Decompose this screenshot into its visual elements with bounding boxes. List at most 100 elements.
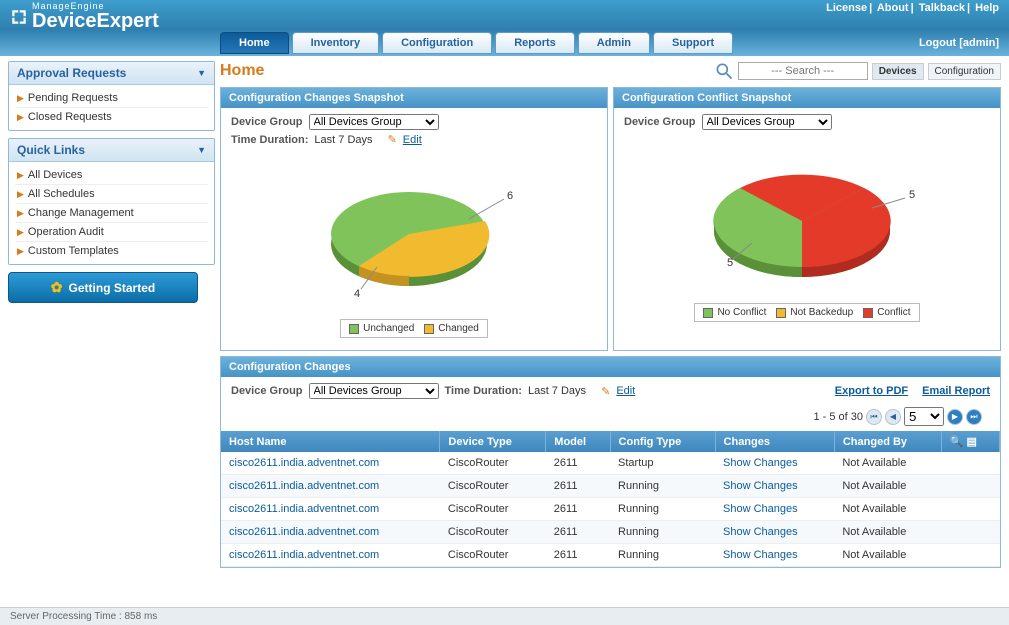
edit-link[interactable]: Edit (403, 134, 422, 146)
tab-admin[interactable]: Admin (578, 32, 650, 54)
search-filter-config[interactable]: Configuration (928, 63, 1001, 80)
legend-conflict: No Conflict Not Backedup Conflict (694, 303, 919, 322)
cell-by: Not Available (834, 521, 999, 544)
chart-label-5a: 5 (727, 257, 733, 269)
device-group-select[interactable]: All Devices Group (309, 383, 439, 399)
export-pdf-link[interactable]: Export to PDF (835, 385, 908, 397)
sidebar-item-templates[interactable]: ▶Custom Templates (15, 242, 208, 260)
legend-changes: Unchanged Changed (340, 319, 488, 338)
link-license[interactable]: License (826, 2, 867, 14)
cell-type: CiscoRouter (440, 521, 546, 544)
table-row: cisco2611.india.adventnet.comCiscoRouter… (221, 498, 1000, 521)
page-title: Home (220, 62, 708, 80)
header-top: ManageEngine DeviceExpert License| About… (0, 0, 1009, 30)
edit-icon: ✎ (601, 385, 610, 398)
pager-prev[interactable]: ◀ (885, 409, 901, 425)
time-value: Last 7 Days (314, 134, 372, 146)
arrow-icon: ▶ (17, 227, 24, 238)
pager-last[interactable]: ⏭ (966, 409, 982, 425)
gear-icon: ✿ (51, 279, 63, 296)
page-size-select[interactable]: 5 (904, 407, 944, 426)
table-row: cisco2611.india.adventnet.comCiscoRouter… (221, 544, 1000, 567)
host-link[interactable]: cisco2611.india.adventnet.com (229, 503, 379, 515)
col-model[interactable]: Model (546, 431, 610, 452)
pager-first[interactable]: ⏮ (866, 409, 882, 425)
main: Home Devices Configuration Configuration… (220, 61, 1001, 568)
cell-model: 2611 (546, 452, 610, 475)
host-link[interactable]: cisco2611.india.adventnet.com (229, 480, 379, 492)
col-by[interactable]: Changed By (834, 431, 941, 452)
link-help[interactable]: Help (975, 2, 999, 14)
pie-chart-changes: 4 6 (231, 149, 597, 319)
panel-quicklinks-header[interactable]: Quick Links ▼ (9, 139, 214, 162)
search-icon[interactable] (714, 61, 734, 81)
device-group-label: Device Group (231, 385, 303, 397)
logo: ManageEngine DeviceExpert (10, 2, 159, 31)
card-header: Configuration Conflict Snapshot (614, 88, 1000, 108)
col-host[interactable]: Host Name (221, 431, 440, 452)
sidebar-item-changemgmt[interactable]: ▶Change Management (15, 204, 208, 223)
tab-reports[interactable]: Reports (495, 32, 575, 54)
show-changes-link[interactable]: Show Changes (723, 549, 798, 561)
host-link[interactable]: cisco2611.india.adventnet.com (229, 549, 379, 561)
arrow-icon: ▶ (17, 112, 24, 123)
tab-home[interactable]: Home (220, 32, 289, 54)
edit-icon: ✎ (388, 133, 397, 146)
panel-approval: Approval Requests ▼ ▶Pending Requests ▶C… (8, 61, 215, 131)
tab-configuration[interactable]: Configuration (382, 32, 492, 54)
swatch-noconflict (703, 308, 713, 318)
getting-started-button[interactable]: ✿ Getting Started (8, 272, 198, 303)
host-link[interactable]: cisco2611.india.adventnet.com (229, 526, 379, 538)
show-changes-link[interactable]: Show Changes (723, 457, 798, 469)
col-changes[interactable]: Changes (715, 431, 834, 452)
link-about[interactable]: About (877, 2, 909, 14)
show-changes-link[interactable]: Show Changes (723, 526, 798, 538)
sidebar-item-devices[interactable]: ▶All Devices (15, 166, 208, 185)
table-row: cisco2611.india.adventnet.com CiscoRouter… (221, 452, 1000, 475)
device-group-select[interactable]: All Devices Group (309, 114, 439, 130)
show-changes-link[interactable]: Show Changes (723, 503, 798, 515)
panel-approval-header[interactable]: Approval Requests ▼ (9, 62, 214, 85)
arrow-icon: ▶ (17, 189, 24, 200)
swatch-changed (424, 324, 434, 334)
search-input[interactable] (738, 62, 868, 80)
col-type[interactable]: Device Type (440, 431, 546, 452)
search-filter-devices[interactable]: Devices (872, 63, 924, 80)
arrow-icon: ▶ (17, 170, 24, 181)
sidebar-item-closed[interactable]: ▶Closed Requests (15, 108, 208, 126)
search-box: Devices Configuration (714, 61, 1001, 81)
col-config[interactable]: Config Type (610, 431, 715, 452)
sidebar-item-pending[interactable]: ▶Pending Requests (15, 89, 208, 108)
columns-icon[interactable]: ▤ (967, 436, 977, 448)
device-group-select[interactable]: All Devices Group (702, 114, 832, 130)
cell-config: Running (610, 544, 715, 567)
pager-next[interactable]: ▶ (947, 409, 963, 425)
tab-support[interactable]: Support (653, 32, 733, 54)
link-talkback[interactable]: Talkback (919, 2, 965, 14)
tab-inventory[interactable]: Inventory (292, 32, 380, 54)
cell-type: CiscoRouter (440, 452, 546, 475)
cell-by: Not Available (834, 475, 999, 498)
sidebar-item-audit[interactable]: ▶Operation Audit (15, 223, 208, 242)
chart-label-4: 4 (354, 288, 360, 300)
logout-link[interactable]: Logout [admin] (919, 37, 999, 49)
email-report-link[interactable]: Email Report (922, 385, 990, 397)
cell-by: Not Available (834, 452, 999, 475)
chart-label-6: 6 (507, 190, 513, 202)
footer-bar: Server Processing Time : 858 ms (0, 607, 1009, 625)
edit-link[interactable]: Edit (616, 385, 635, 397)
arrow-icon: ▶ (17, 93, 24, 104)
host-link[interactable]: cisco2611.india.adventnet.com (229, 457, 379, 469)
show-changes-link[interactable]: Show Changes (723, 480, 798, 492)
chart-label-5b: 5 (909, 189, 915, 201)
cell-by: Not Available (834, 544, 999, 567)
swatch-unchanged (349, 324, 359, 334)
cell-model: 2611 (546, 498, 610, 521)
sidebar-item-schedules[interactable]: ▶All Schedules (15, 185, 208, 204)
nav-tabs: Home Inventory Configuration Reports Adm… (220, 32, 733, 54)
cell-config: Startup (610, 452, 715, 475)
pie-chart-conflict: 5 5 (624, 133, 990, 303)
zoom-icon[interactable]: 🔍 (950, 436, 964, 448)
cell-model: 2611 (546, 521, 610, 544)
table-row: cisco2611.india.adventnet.comCiscoRouter… (221, 475, 1000, 498)
